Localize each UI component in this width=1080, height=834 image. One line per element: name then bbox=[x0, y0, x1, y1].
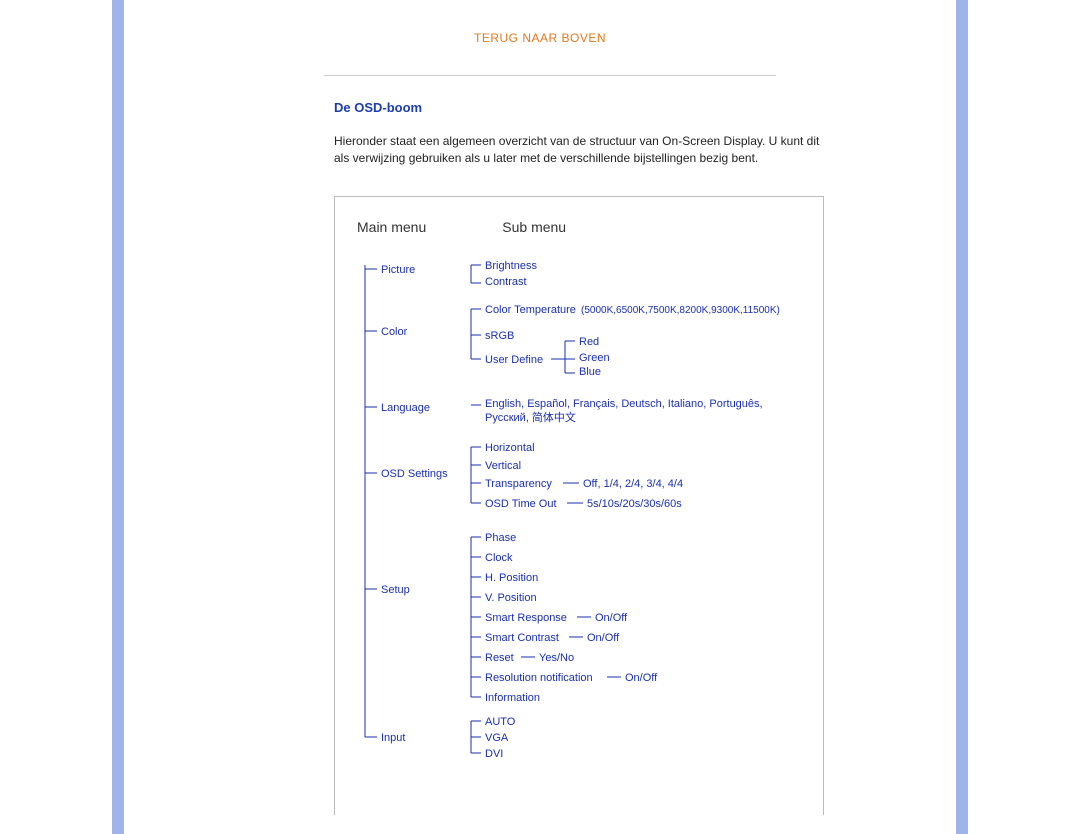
sub-osd-timeout: OSD Time Out bbox=[485, 498, 557, 510]
sub-res-notif-vals: On/Off bbox=[625, 672, 658, 684]
main-color: Color bbox=[381, 326, 408, 338]
osd-diagram: Main menu Sub menu Picture Brightness bbox=[334, 196, 824, 815]
section-title: De OSD-boom bbox=[334, 100, 824, 115]
back-to-top-link[interactable]: TERUG NAAR BOVEN bbox=[474, 31, 606, 45]
sub-ud-green: Green bbox=[579, 352, 610, 364]
main-setup: Setup bbox=[381, 584, 410, 596]
sub-lang-line2: Русский, 简体中文 bbox=[485, 410, 576, 424]
main-input: Input bbox=[381, 732, 405, 744]
osd-tree-svg: Picture Brightness Contrast Color bbox=[355, 255, 815, 775]
sub-res-notif: Resolution notification bbox=[485, 672, 593, 684]
sub-lang-line1: English, Español, Français, Deutsch, Ita… bbox=[485, 398, 763, 410]
sub-ud-red: Red bbox=[579, 336, 599, 348]
intro-text: Hieronder staat een algemeen overzicht v… bbox=[334, 133, 824, 168]
sub-reset: Reset bbox=[485, 652, 514, 664]
main-picture: Picture bbox=[381, 264, 415, 276]
sub-color-temp: Color Temperature bbox=[485, 304, 576, 316]
sub-srgb: sRGB bbox=[485, 330, 514, 342]
sub-dvi: DVI bbox=[485, 748, 503, 760]
main-language: Language bbox=[381, 402, 430, 414]
sub-transparency-vals: Off, 1/4, 2/4, 3/4, 4/4 bbox=[583, 478, 683, 490]
sub-horizontal: Horizontal bbox=[485, 442, 535, 454]
sub-information: Information bbox=[485, 692, 540, 704]
sub-h-position: H. Position bbox=[485, 572, 538, 584]
sub-smart-response: Smart Response bbox=[485, 612, 567, 624]
sub-reset-vals: Yes/No bbox=[539, 652, 574, 664]
sub-user-define: User Define bbox=[485, 354, 543, 366]
divider bbox=[324, 75, 776, 76]
sub-osd-timeout-vals: 5s/10s/20s/30s/60s bbox=[587, 498, 682, 510]
main-osd-settings: OSD Settings bbox=[381, 468, 448, 480]
sub-smart-contrast: Smart Contrast bbox=[485, 632, 559, 644]
column-header-sub: Sub menu bbox=[502, 219, 566, 235]
sub-smart-contrast-vals: On/Off bbox=[587, 632, 620, 644]
column-header-main: Main menu bbox=[357, 219, 426, 235]
sub-clock: Clock bbox=[485, 552, 513, 564]
sub-color-temp-vals: (5000K,6500K,7500K,8200K,9300K,11500K) bbox=[581, 305, 780, 316]
sub-v-position: V. Position bbox=[485, 592, 537, 604]
sub-vga: VGA bbox=[485, 732, 509, 744]
sub-auto: AUTO bbox=[485, 716, 516, 728]
sub-vertical: Vertical bbox=[485, 460, 521, 472]
sub-brightness: Brightness bbox=[485, 260, 537, 272]
sub-phase: Phase bbox=[485, 532, 516, 544]
sub-transparency: Transparency bbox=[485, 478, 552, 490]
sub-smart-response-vals: On/Off bbox=[595, 612, 628, 624]
sub-contrast: Contrast bbox=[485, 276, 527, 288]
sub-ud-blue: Blue bbox=[579, 366, 601, 378]
